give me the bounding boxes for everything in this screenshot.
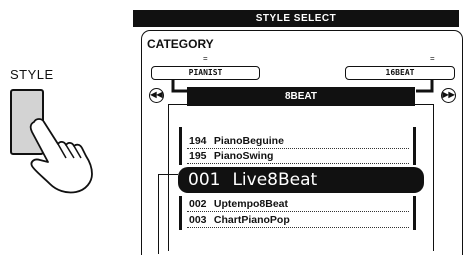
list-scrollbar-right-bottom [413,196,416,230]
pointing-hand-icon [29,118,93,194]
list-item[interactable]: 195 PianoSwing [189,150,273,163]
next-category-box[interactable]: 16BEAT [345,66,455,80]
callout-line [158,174,159,254]
list-item[interactable]: 002 Uptempo8Beat [189,198,288,211]
category-label: CATEGORY [147,37,214,51]
list-scrollbar-left-bottom [179,196,182,230]
tick-mark: = [430,54,435,63]
row-divider [187,148,409,149]
style-label: STYLE [10,67,54,82]
fast-forward-icon[interactable]: ▶▶ [441,88,456,103]
callout-connector [158,174,178,175]
list-item[interactable]: 003 ChartPianoPop [189,214,290,227]
row-divider [187,211,409,212]
list-scrollbar-left-top [179,127,182,165]
panel-title: STYLE SELECT [133,10,459,27]
row-divider [187,163,409,164]
selected-style-row[interactable]: 001 Live8Beat [178,167,424,193]
list-item[interactable]: 194 PianoBeguine [189,135,284,148]
rewind-icon[interactable]: ◀◀ [149,88,164,103]
tick-mark: = [203,54,208,63]
prev-category-box[interactable]: PIANIST [151,66,260,80]
list-scrollbar-right-top [413,127,416,165]
row-divider [187,227,409,228]
